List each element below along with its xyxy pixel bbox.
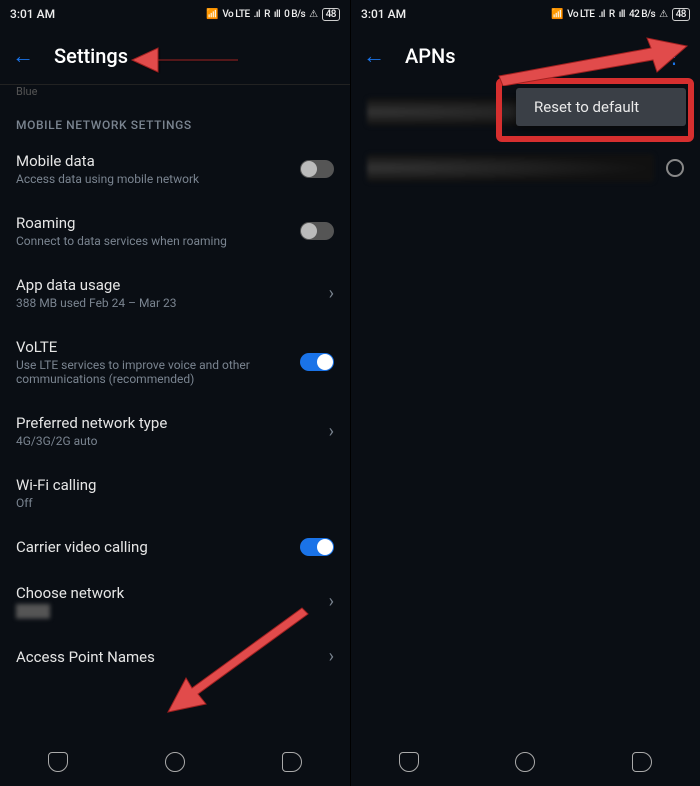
row-subtitle: 4G/3G/2G auto [16,434,317,448]
chevron-right-icon: › [329,283,334,304]
battery-icon: 48 [672,8,690,21]
settings-list[interactable]: Blue MOBILE NETWORK SETTINGS Mobile data… [0,84,350,738]
chevron-right-icon: › [329,646,334,667]
signal-icon: .ıl [598,9,604,20]
row-title: Preferred network type [16,414,317,432]
nav-back[interactable] [632,752,652,772]
row-subtitle: Connect to data services when roaming [16,234,288,248]
overflow-menu: Reset to default [516,88,686,126]
prev-row-remnant: Blue [0,85,350,104]
row-wifi-calling[interactable]: Wi-Fi calling Off [0,462,350,524]
row-carrier-video-calling[interactable]: Carrier video calling [0,524,350,570]
row-volte[interactable]: VoLTE Use LTE services to improve voice … [0,324,350,400]
warn-icon: ⚠ [659,9,667,20]
nav-home[interactable] [165,752,185,772]
back-button[interactable]: ← [12,43,34,69]
roam-icon: R [609,9,615,20]
cvc-switch[interactable] [300,538,334,556]
status-icons: 📶 Vo LTE .ıl R ıll 42 B/s ⚠ 48 [551,8,690,21]
row-roaming[interactable]: Roaming Connect to data services when ro… [0,200,350,262]
status-bar: 3:01 AM 📶 Vo LTE .ıl R ıll 0 B/s ⚠ 48 [0,0,350,28]
nav-recents[interactable] [399,752,419,772]
signal2-icon: ıll [274,9,280,20]
row-title: Mobile data [16,152,288,170]
apn-item[interactable] [351,140,700,196]
volte-switch[interactable] [300,353,334,371]
apn-name-blurred [367,154,654,182]
nav-recents[interactable] [48,752,68,772]
app-bar: ← Settings [0,28,350,84]
row-title: Access Point Names [16,648,317,666]
row-title: Choose network [16,584,317,602]
mobile-data-switch[interactable] [300,160,334,178]
row-title: App data usage [16,276,317,294]
row-access-point-names[interactable]: Access Point Names › [0,632,350,681]
nav-home[interactable] [515,752,535,772]
roam-icon: R [264,9,270,20]
row-subtitle: Use LTE services to improve voice and ot… [16,358,288,386]
row-subtitle: Access data using mobile network [16,172,288,186]
status-time: 3:01 AM [361,7,551,21]
signal-icon: .ıl [254,9,260,20]
battery-icon: 48 [322,8,340,21]
nav-back[interactable] [282,752,302,772]
nav-bar [351,738,700,786]
row-subtitle: Off [16,496,334,510]
overflow-menu-button[interactable]: ⋮ [660,44,688,68]
row-title: Roaming [16,214,288,232]
row-choose-network[interactable]: Choose network ████ › [0,570,350,632]
warn-icon: ⚠ [309,9,317,20]
page-title: Settings [54,44,128,68]
section-header: MOBILE NETWORK SETTINGS [0,104,350,138]
app-bar: ← APNs ⋮ [351,28,700,84]
data-rate: 0 B/s [284,9,305,20]
volte-icon: Vo LTE [567,9,594,20]
status-icons: 📶 Vo LTE .ıl R ıll 0 B/s ⚠ 48 [206,8,340,21]
apn-list[interactable] [351,84,700,738]
row-title: Wi-Fi calling [16,476,334,494]
row-mobile-data[interactable]: Mobile data Access data using mobile net… [0,138,350,200]
data-rate: 42 B/s [629,9,655,20]
row-app-data-usage[interactable]: App data usage 388 MB used Feb 24 – Mar … [0,262,350,324]
page-title: APNs [405,44,456,68]
volte-icon: Vo LTE [222,9,249,20]
nav-bar [0,738,350,786]
status-time: 3:01 AM [10,7,206,21]
chevron-right-icon: › [329,591,334,612]
row-subtitle: ████ [16,604,317,618]
chevron-right-icon: › [329,421,334,442]
settings-screen: 3:01 AM 📶 Vo LTE .ıl R ıll 0 B/s ⚠ 48 ← … [0,0,350,786]
menu-reset-to-default[interactable]: Reset to default [534,98,668,116]
back-button[interactable]: ← [363,43,385,69]
row-title: VoLTE [16,338,288,356]
roaming-switch[interactable] [300,222,334,240]
status-bar: 3:01 AM 📶 Vo LTE .ıl R ıll 42 B/s ⚠ 48 [351,0,700,28]
signal2-icon: ıll [619,9,625,20]
row-title: Carrier video calling [16,538,288,556]
apn-radio[interactable] [666,159,684,177]
row-subtitle: 388 MB used Feb 24 – Mar 23 [16,296,317,310]
wifi-icon: 📶 [551,9,563,20]
apns-screen: 3:01 AM 📶 Vo LTE .ıl R ıll 42 B/s ⚠ 48 ←… [350,0,700,786]
wifi-icon: 📶 [206,9,218,20]
row-preferred-network[interactable]: Preferred network type 4G/3G/2G auto › [0,400,350,462]
